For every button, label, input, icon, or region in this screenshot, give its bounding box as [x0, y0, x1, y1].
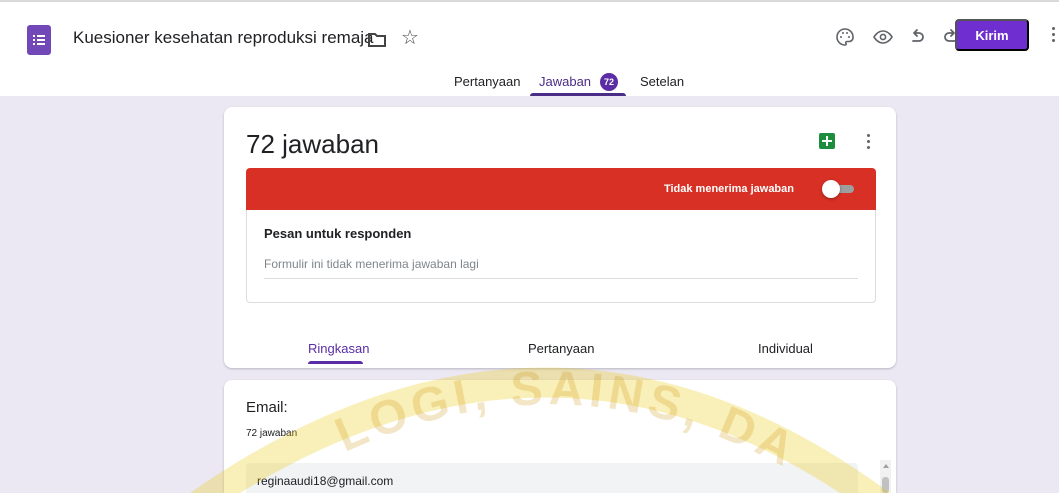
email-response-count: 72 jawaban: [246, 428, 298, 439]
tab-summary[interactable]: Ringkasan: [308, 341, 369, 356]
sheets-icon[interactable]: [819, 133, 835, 149]
email-responses-card: Email: 72 jawaban reginaaudi18@gmail.com: [224, 380, 896, 493]
scroll-up-icon[interactable]: [883, 464, 889, 468]
active-tab-indicator: [530, 93, 626, 96]
accepting-responses-banner: Tidak menerima jawaban: [246, 168, 876, 210]
tab-responses[interactable]: Jawaban: [539, 74, 591, 89]
tab-individual[interactable]: Individual: [758, 341, 813, 356]
email-list-item: reginaaudi18@gmail.com: [246, 463, 858, 493]
email-scrollbar[interactable]: [880, 460, 891, 493]
scroll-thumb[interactable]: [882, 477, 889, 493]
preview-eye-icon[interactable]: [870, 24, 896, 50]
form-title[interactable]: Kuesioner kesehatan reproduksi remaja: [73, 28, 374, 48]
summary-tab-indicator: [308, 361, 363, 364]
not-accepting-label: Tidak menerima jawaban: [663, 183, 794, 195]
accepting-responses-toggle[interactable]: [822, 180, 856, 198]
toggle-thumb: [822, 180, 840, 198]
email-question-label: Email:: [246, 399, 288, 416]
tab-settings[interactable]: Setelan: [640, 74, 684, 89]
form-tabs: Pertanyaan Jawaban 72 Setelan: [0, 70, 1059, 98]
email-value: reginaaudi18@gmail.com: [257, 474, 394, 488]
folder-icon[interactable]: [366, 29, 388, 51]
star-icon[interactable]: ☆: [399, 26, 421, 49]
respondent-message-box: Pesan untuk responden Formulir ini tidak…: [246, 210, 876, 303]
responses-count-badge: 72: [600, 73, 618, 91]
message-title: Pesan untuk responden: [264, 226, 412, 241]
top-app-bar: Kuesioner kesehatan reproduksi remaja ☆ …: [0, 0, 1059, 96]
tab-question[interactable]: Pertanyaan: [528, 341, 595, 356]
tab-questions[interactable]: Pertanyaan: [454, 74, 521, 89]
responses-summary-card: 72 jawaban Tidak menerima jawaban Pesan …: [224, 107, 896, 368]
response-count-title: 72 jawaban: [246, 129, 379, 159]
card-more-icon[interactable]: [864, 131, 872, 151]
undo-icon[interactable]: [904, 24, 930, 50]
message-input[interactable]: Formulir ini tidak menerima jawaban lagi: [264, 257, 858, 279]
forms-logo-icon[interactable]: [27, 25, 51, 55]
send-button[interactable]: Kirim: [955, 19, 1029, 51]
palette-icon[interactable]: [832, 24, 858, 50]
more-vert-icon[interactable]: [1047, 22, 1059, 46]
